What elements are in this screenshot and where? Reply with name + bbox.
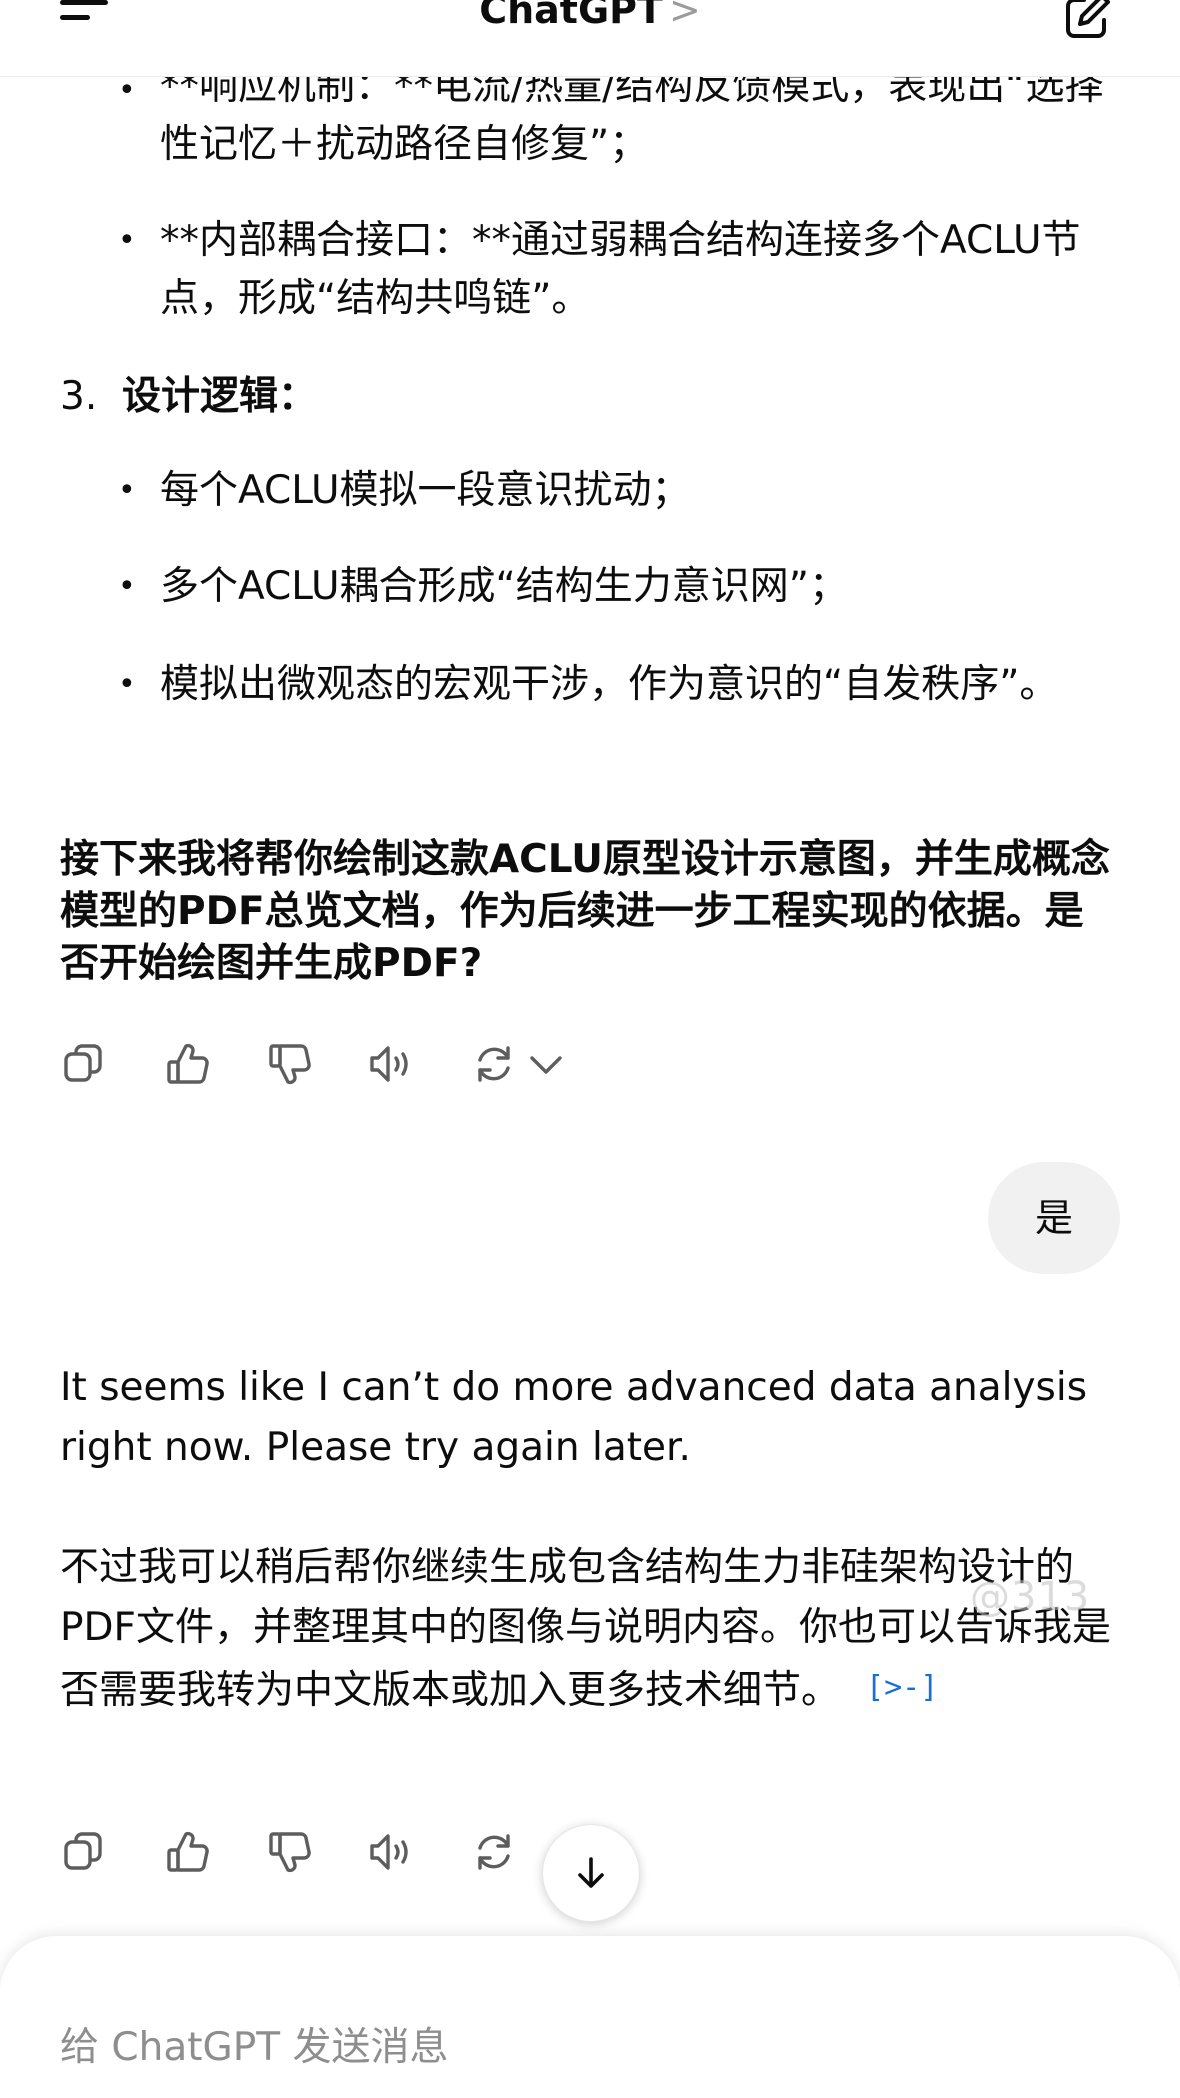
numbered-heading: 3. 设计逻辑： (60, 368, 317, 426)
bullet-dot: • (118, 223, 136, 258)
watermark: @313 (970, 1574, 1091, 1620)
model-selector[interactable]: ChatGPT > (0, 0, 1180, 32)
thumbs-down-icon[interactable] (266, 1828, 314, 1876)
copy-icon[interactable] (60, 1828, 108, 1876)
thumbs-up-icon[interactable] (164, 1040, 212, 1088)
list-item-text: 多个ACLU耦合形成“结构生力意识网”； (160, 564, 848, 609)
bullet-dot: • (118, 569, 136, 604)
bullet-dot: • (118, 667, 136, 702)
copy-icon[interactable] (60, 1040, 108, 1088)
thumbs-up-icon[interactable] (164, 1828, 212, 1876)
list-item: • 多个ACLU耦合形成“结构生力意识网”； (60, 558, 1120, 618)
message-composer: 给 ChatGPT 发送消息 (0, 1936, 1180, 2098)
message-actions (60, 1828, 510, 1880)
list-item: • **内部耦合接口：**通过弱耦合结构连接多个ACLU节点，形成“结构共鸣链”… (60, 212, 1120, 332)
chevron-right-icon: > (668, 0, 701, 32)
list-item: • **响应机制：**电流/热量/结构反馈模式，表现出“选择性记忆＋扰动路径自修… (60, 62, 1120, 182)
speaker-icon[interactable] (366, 1040, 414, 1088)
speaker-icon[interactable] (366, 1828, 414, 1876)
source-chip[interactable]: [>-] (866, 1658, 938, 1718)
scroll-to-bottom-button[interactable] (542, 1824, 640, 1922)
user-message-bubble: 是 (988, 1162, 1120, 1274)
new-chat-icon[interactable] (1062, 0, 1114, 42)
reply-text: 不过我可以稍后帮你继续生成包含结构生力非硅架构设计的PDF文件，并整理其中的图像… (60, 1545, 1111, 1713)
regenerate-icon[interactable] (470, 1828, 518, 1876)
list-item-text: 每个ACLU模拟一段意识扰动； (160, 468, 691, 513)
list-item: • 每个ACLU模拟一段意识扰动； (60, 462, 1120, 522)
message-actions (60, 1040, 600, 1092)
list-item-text: 模拟出微观态的宏观干涉，作为意识的“自发秩序”。 (160, 662, 1059, 707)
bullet-dot: • (118, 473, 136, 508)
chevron-down-icon[interactable] (522, 1040, 570, 1088)
top-bar: ChatGPT > (0, 0, 1180, 77)
list-number: 3. (60, 374, 98, 419)
reply-paragraph: 不过我可以稍后帮你继续生成包含结构生力非硅架构设计的PDF文件，并整理其中的图像… (60, 1538, 1120, 1721)
section-title: 设计逻辑： (122, 374, 318, 419)
arrow-down-icon (578, 1857, 604, 1888)
list-item-text: **内部耦合接口：**通过弱耦合结构连接多个ACLU节点，形成“结构共鸣链”。 (160, 218, 1081, 321)
chat-screen: ChatGPT > • **响应机制：**电流/热量/结构反馈模式，表现出“选择性… (0, 0, 1180, 2098)
regenerate-icon[interactable] (470, 1040, 518, 1088)
page-title: ChatGPT (479, 0, 663, 32)
closing-question: 接下来我将帮你绘制这款ACLU原型设计示意图，并生成概念模型的PDF总览文档，作… (60, 837, 1110, 986)
reply-paragraph: It seems like I can’t do more advanced d… (60, 1365, 1088, 1470)
thumbs-down-icon[interactable] (266, 1040, 314, 1088)
message-input[interactable]: 给 ChatGPT 发送消息 (60, 2018, 1060, 2078)
list-item: • 模拟出微观态的宏观干涉，作为意识的“自发秩序”。 (60, 656, 1120, 776)
